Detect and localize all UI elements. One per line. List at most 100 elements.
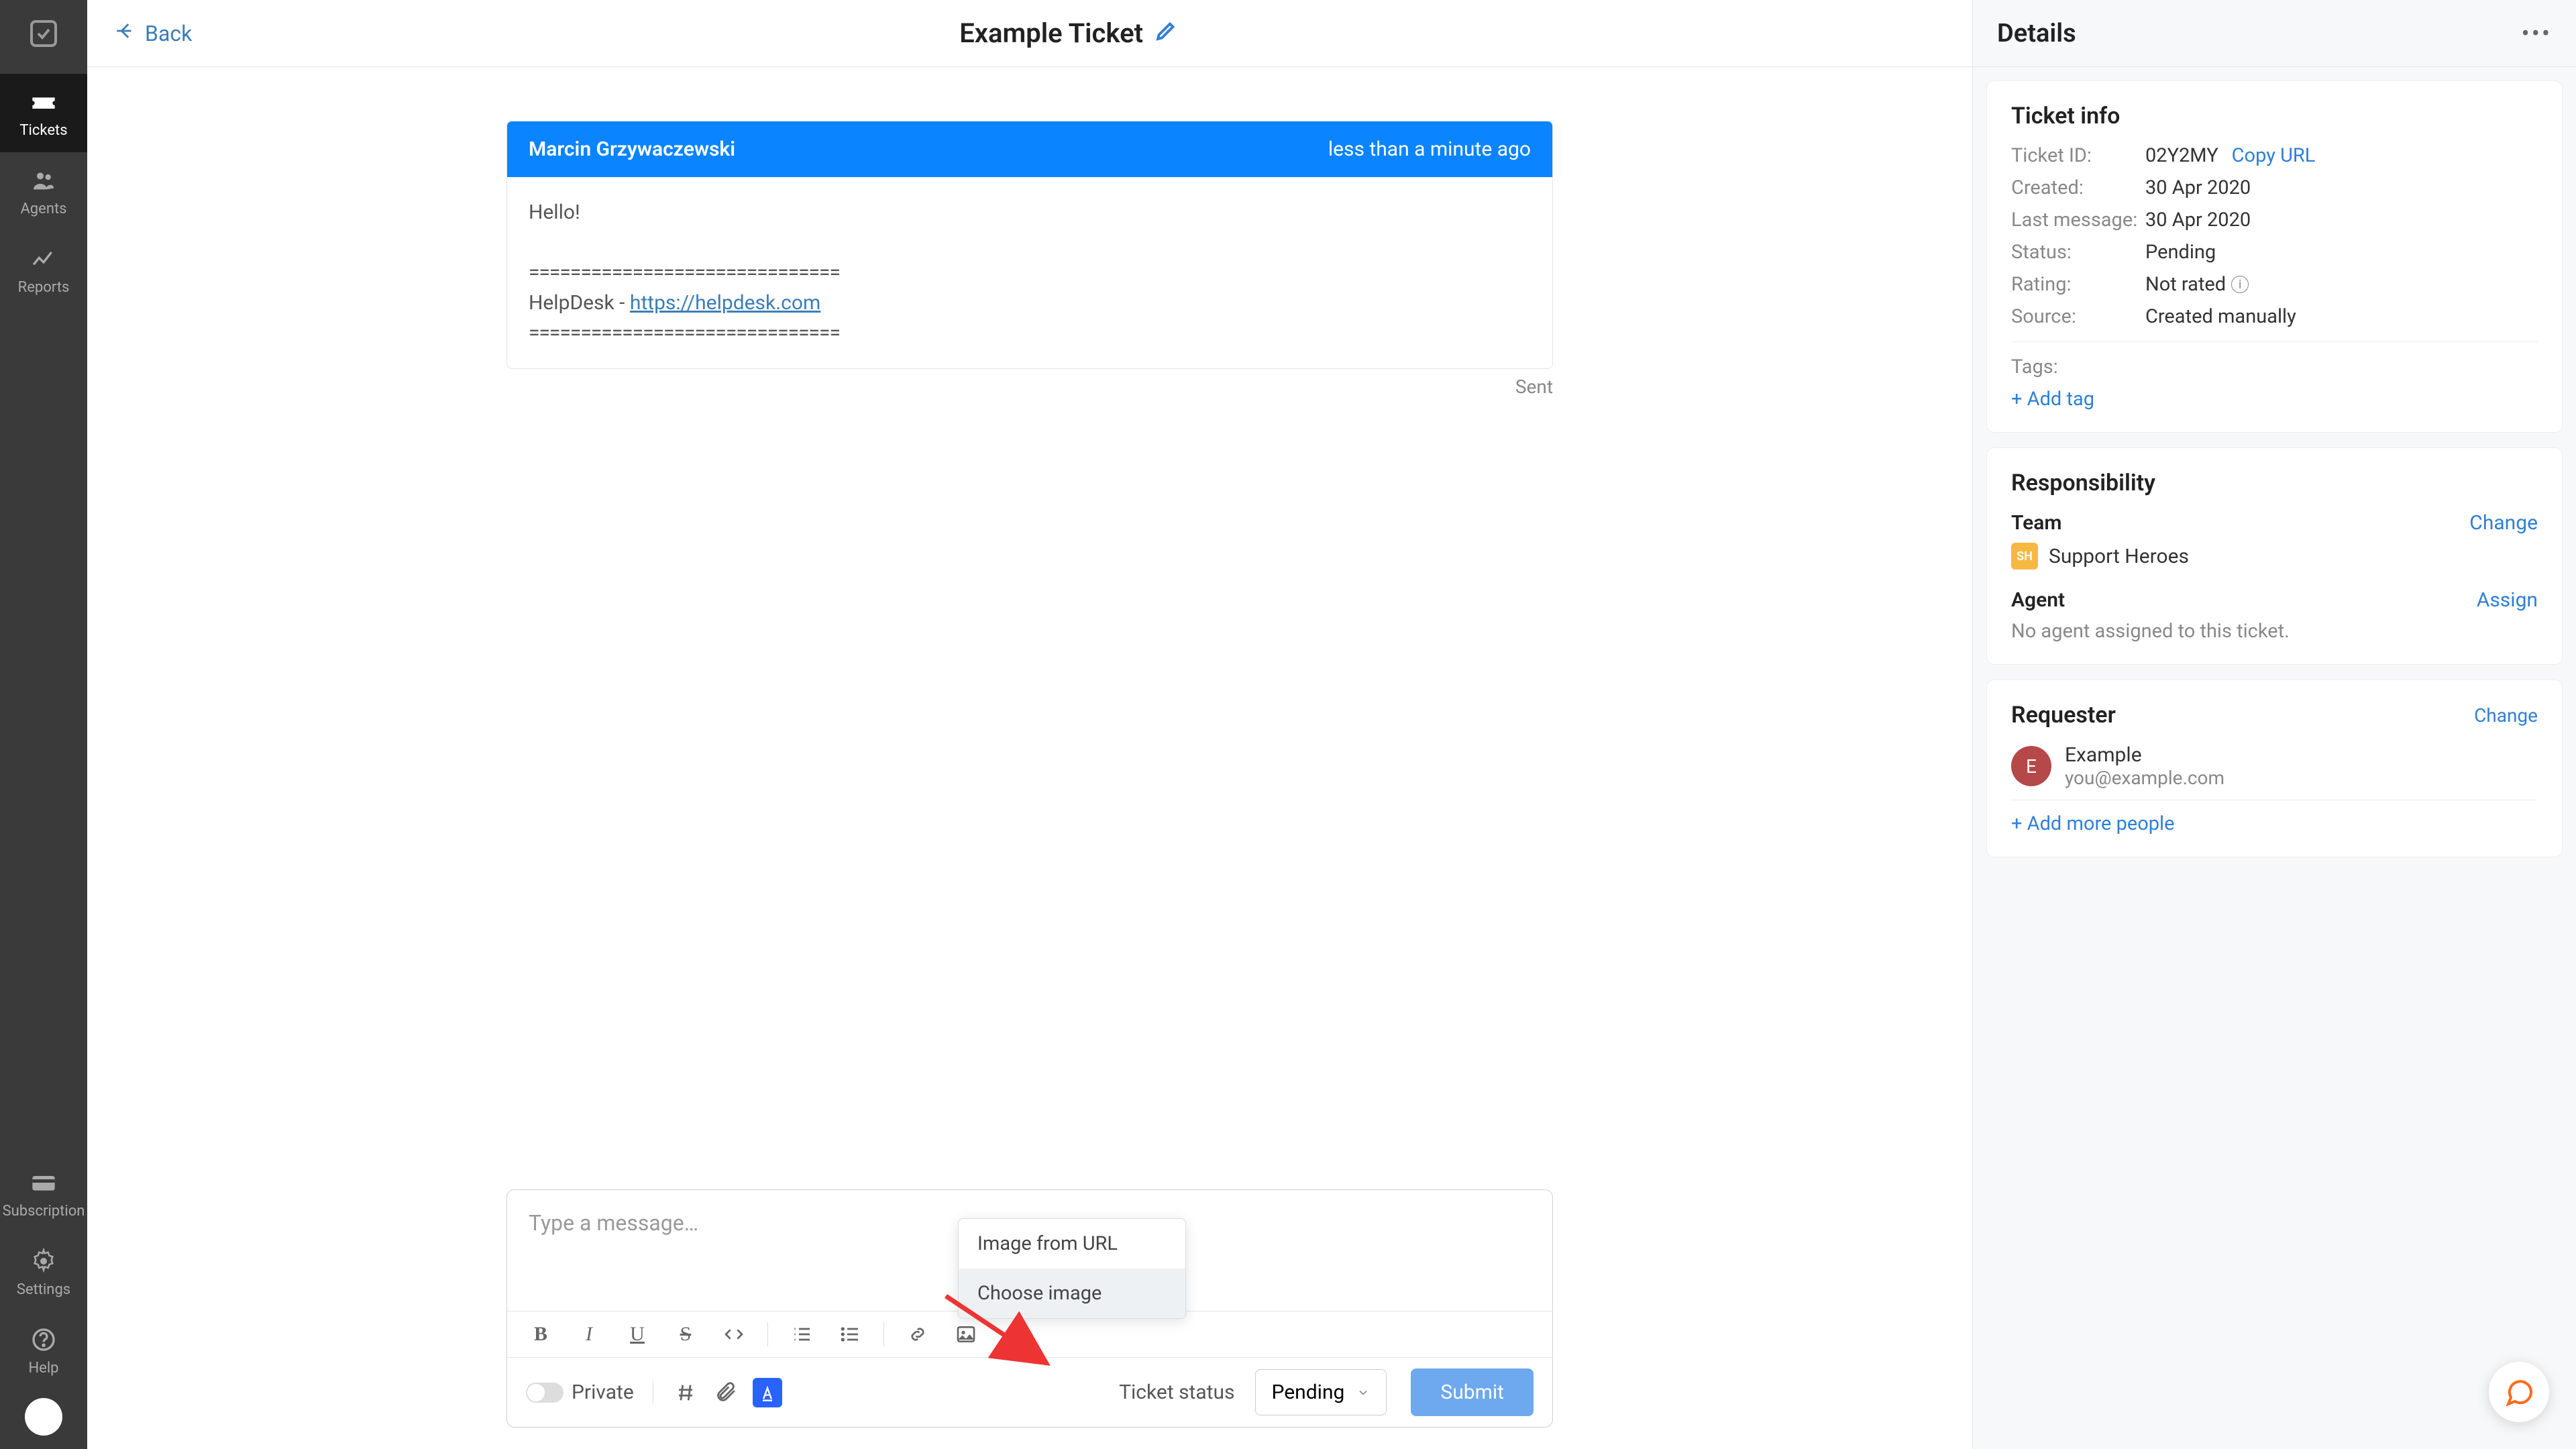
last-message-label: Last message: <box>2011 209 2145 231</box>
bold-button[interactable]: B <box>526 1320 555 1349</box>
created-value: 30 Apr 2020 <box>2145 176 2251 199</box>
attachment-button[interactable] <box>712 1379 739 1406</box>
app-logo[interactable] <box>23 13 64 54</box>
message-header: Marcin Grzywaczewski less than a minute … <box>507 121 1552 177</box>
nav-settings[interactable]: Settings <box>0 1233 87 1311</box>
message-timestamp: less than a minute ago <box>1328 138 1531 161</box>
info-icon[interactable]: i <box>2231 276 2249 293</box>
nav-label: Agents <box>20 201 66 217</box>
copy-url-link[interactable]: Copy URL <box>2232 144 2316 167</box>
card-title: Ticket info <box>2011 103 2538 129</box>
choose-image-option[interactable]: Choose image <box>959 1269 1185 1318</box>
chat-bubble-button[interactable] <box>2489 1362 2549 1422</box>
source-label: Source: <box>2011 305 2145 328</box>
team-badge: SH <box>2011 543 2038 570</box>
status-label: Ticket status <box>1119 1381 1234 1404</box>
help-icon <box>29 1325 58 1354</box>
panel-header: Details ••• <box>1973 0 2576 67</box>
ticket-id-label: Ticket ID: <box>2011 144 2145 167</box>
requester-card: Requester Change E Example you@example.c… <box>1986 680 2563 857</box>
composer-bottom-row: Private Ticket status Pending S <box>507 1358 1552 1427</box>
more-options-button[interactable]: ••• <box>2522 19 2552 48</box>
nav-help[interactable]: Help <box>0 1311 87 1390</box>
status-value: Pending <box>2145 241 2216 264</box>
created-label: Created: <box>2011 176 2145 199</box>
sent-label: Sent <box>506 376 1553 398</box>
source-value: Created manually <box>2145 305 2296 328</box>
status-label: Status: <box>2011 241 2145 264</box>
unordered-list-button[interactable] <box>835 1320 865 1349</box>
message-composer: Type a message… B I U S <box>506 1189 1553 1428</box>
requester-name: Example <box>2065 743 2224 767</box>
tags-label: Tags: <box>2011 356 2145 378</box>
page-title: Example Ticket <box>959 17 1143 49</box>
ticket-info-card: Ticket info Ticket ID: 02Y2MY Copy URL C… <box>1986 80 2563 433</box>
nav-reports[interactable]: Reports <box>0 231 87 309</box>
panel-title: Details <box>1997 19 2076 48</box>
nav-label: Tickets <box>19 122 67 139</box>
requester-avatar: E <box>2011 746 2051 786</box>
back-button[interactable]: Back <box>114 19 192 48</box>
hashtag-button[interactable] <box>672 1379 699 1406</box>
nav-tickets[interactable]: Tickets <box>0 74 87 152</box>
content-area: Marcin Grzywaczewski less than a minute … <box>87 67 1972 1449</box>
agent-label: Agent <box>2011 588 2065 612</box>
add-tag-link[interactable]: + Add tag <box>2011 388 2538 411</box>
toolbar-divider <box>767 1322 768 1346</box>
nav-label: Reports <box>18 279 70 296</box>
toggle-switch[interactable] <box>526 1383 564 1403</box>
left-sidebar: Tickets Agents Reports Subscription Sett… <box>0 0 87 1449</box>
nav-label: Settings <box>17 1281 70 1298</box>
submit-button[interactable]: Submit <box>1411 1368 1534 1416</box>
nav-label: Subscription <box>3 1203 85 1220</box>
team-label: Team <box>2011 511 2061 535</box>
status-select[interactable]: Pending <box>1255 1369 1387 1415</box>
nav-subscription[interactable]: Subscription <box>0 1155 87 1233</box>
underline-button[interactable]: U <box>623 1320 652 1349</box>
card-title: Responsibility <box>2011 470 2538 496</box>
last-message-value: 30 Apr 2020 <box>2145 209 2251 231</box>
image-from-url-option[interactable]: Image from URL <box>959 1219 1185 1269</box>
signature-link[interactable]: https://helpdesk.com <box>630 291 820 315</box>
image-button[interactable] <box>951 1320 981 1349</box>
requester-email: you@example.com <box>2065 767 2224 789</box>
responsibility-card: Responsibility Team Change SH Support He… <box>1986 447 2563 665</box>
code-button[interactable] <box>719 1320 749 1349</box>
reports-icon <box>29 244 58 274</box>
strikethrough-button[interactable]: S <box>671 1320 700 1349</box>
user-avatar[interactable] <box>25 1398 62 1436</box>
chevron-down-icon <box>1356 1386 1370 1399</box>
message-separator: ============================== <box>529 318 1531 348</box>
no-agent-text: No agent assigned to this ticket. <box>2011 620 2538 643</box>
message-card: Marcin Grzywaczewski less than a minute … <box>506 121 1553 369</box>
message-sender: Marcin Grzywaczewski <box>529 138 735 161</box>
image-insert-popup: Image from URL Choose image <box>958 1218 1186 1319</box>
header-bar: Back Example Ticket <box>87 0 1972 67</box>
text-color-button[interactable] <box>753 1378 782 1407</box>
message-separator: ============================== <box>529 258 1531 288</box>
assign-agent-link[interactable]: Assign <box>2477 588 2538 612</box>
nav-label: Help <box>28 1360 58 1377</box>
message-body: Hello! ============================== He… <box>507 177 1552 368</box>
message-line: Hello! <box>529 197 1531 227</box>
toolbar-divider <box>883 1322 884 1346</box>
tickets-icon <box>29 87 58 117</box>
change-requester-link[interactable]: Change <box>2474 704 2538 727</box>
nav-agents[interactable]: Agents <box>0 152 87 231</box>
change-team-link[interactable]: Change <box>2469 511 2538 535</box>
rating-label: Rating: <box>2011 273 2145 296</box>
main-area: Back Example Ticket Marcin Grzywaczewski… <box>87 0 1972 1449</box>
details-panel: Details ••• Ticket info Ticket ID: 02Y2M… <box>1972 0 2576 1449</box>
rating-value: Not rated <box>2145 273 2226 296</box>
signature-line: HelpDesk - https://helpdesk.com <box>529 288 1531 318</box>
private-toggle[interactable]: Private <box>526 1381 634 1404</box>
edit-title-button[interactable] <box>1154 19 1178 48</box>
ticket-id-value: 02Y2MY <box>2145 144 2218 167</box>
italic-button[interactable]: I <box>574 1320 604 1349</box>
add-more-people-link[interactable]: + Add more people <box>2011 800 2538 835</box>
card-title: Requester <box>2011 702 2116 729</box>
link-button[interactable] <box>903 1320 932 1349</box>
back-arrow-icon <box>114 19 137 48</box>
agents-icon <box>29 166 58 195</box>
ordered-list-button[interactable] <box>787 1320 816 1349</box>
